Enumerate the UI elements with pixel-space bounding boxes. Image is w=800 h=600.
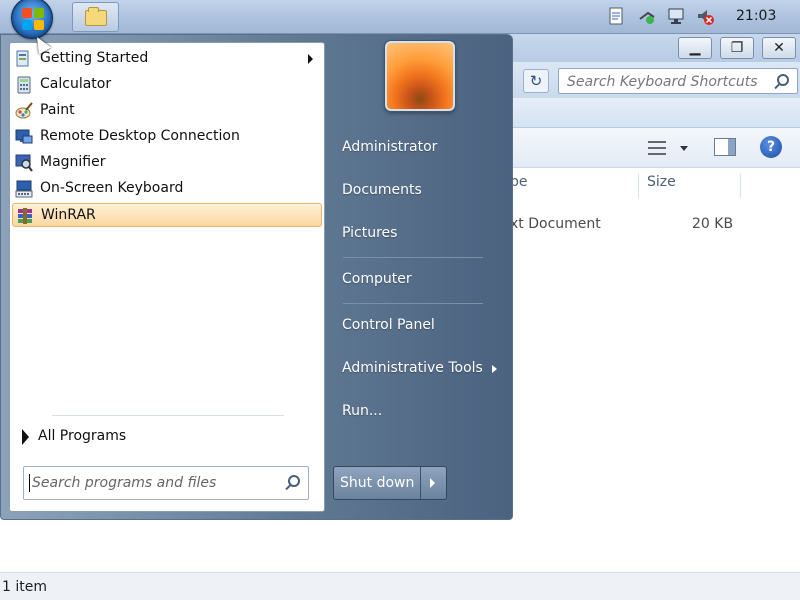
column-header-size[interactable]: Size [647,174,676,198]
document-icon[interactable] [607,7,625,25]
program-on-screen-keyboard[interactable]: On-Screen Keyboard [12,177,322,201]
program-label: Getting Started [40,50,149,66]
winrar-icon [16,207,34,225]
maximize-button[interactable]: ❐ [720,37,754,59]
right-item-run[interactable]: Run... [333,397,505,427]
search-icon[interactable] [288,475,300,487]
right-item-control-panel[interactable]: Control Panel [333,311,505,341]
program-label: Calculator [40,76,112,92]
keyboard-icon [15,180,33,198]
start-menu: Getting Started Calculator Paint Remote … [0,34,513,520]
right-item-label: Pictures [342,225,398,241]
right-item-pictures[interactable]: Pictures [333,219,505,249]
program-label: Magnifier [40,154,106,170]
explorer-search-input[interactable]: Search Keyboard Shortcuts [558,68,798,94]
explorer-folder-icon [85,7,107,26]
column-divider[interactable] [740,174,741,198]
right-item-administrator[interactable]: Administrator [333,133,505,163]
views-dropdown-icon[interactable] [680,146,688,151]
program-label: On-Screen Keyboard [40,180,184,196]
taskbar: 21:03 [0,0,800,39]
right-item-label: Administrative Tools [342,360,483,376]
all-programs-label: All Programs [38,428,127,444]
magnifier-icon [15,154,33,172]
network-icon[interactable] [638,7,656,25]
right-item-label: Documents [342,182,422,198]
expand-arrow-icon [22,429,29,445]
minimize-button[interactable]: ▁ [678,37,712,59]
program-label: WinRAR [41,207,96,223]
right-item-label: Administrator [342,139,438,155]
explorer-search-placeholder: Search Keyboard Shortcuts [567,74,758,90]
program-label: Remote Desktop Connection [40,128,240,144]
right-item-label: Computer [342,271,412,287]
text-caret [29,474,30,492]
status-text: 1 item [2,579,47,595]
taskbar-explorer-button[interactable] [72,2,119,32]
remote-desktop-icon [15,128,33,146]
clock[interactable]: 21:03 [736,8,776,24]
submenu-arrow-icon[interactable] [308,54,313,64]
right-separator [343,303,483,304]
submenu-arrow-icon [492,365,497,373]
program-label: Paint [40,102,75,118]
programs-pane: Getting Started Calculator Paint Remote … [9,42,325,512]
program-paint[interactable]: Paint [12,99,322,123]
paint-icon [15,102,33,120]
shutdown-options-arrow-icon[interactable] [430,478,435,488]
file-type-cell[interactable]: xt Document [510,216,601,232]
volume-muted-icon[interactable] [696,7,714,25]
start-search-input[interactable]: Search programs and files [23,466,309,500]
program-getting-started[interactable]: Getting Started [12,47,322,71]
right-separator [343,257,483,258]
right-item-label: Control Panel [342,317,435,333]
calculator-icon [15,76,33,94]
right-item-computer[interactable]: Computer [333,265,505,295]
status-bar: 1 item [0,572,800,600]
monitor-icon[interactable] [667,7,685,25]
preview-pane-icon[interactable] [714,138,736,156]
program-winrar[interactable]: WinRAR [12,203,322,227]
program-calculator[interactable]: Calculator [12,73,322,97]
getting-started-icon [15,50,33,68]
right-item-label: Run... [342,403,383,419]
right-item-documents[interactable]: Documents [333,176,505,206]
user-avatar[interactable] [385,41,455,111]
start-search-placeholder: Search programs and files [32,475,217,491]
shutdown-label: Shut down [340,475,415,491]
column-divider[interactable] [638,174,639,198]
programs-separator [52,415,284,416]
program-remote-desktop[interactable]: Remote Desktop Connection [12,125,322,149]
program-magnifier[interactable]: Magnifier [12,151,322,175]
views-icon[interactable] [648,141,666,155]
help-icon[interactable]: ? [760,136,782,158]
all-programs-button[interactable]: All Programs [16,423,316,449]
shutdown-divider [420,467,421,499]
refresh-icon[interactable]: ↻ [523,69,549,93]
close-button[interactable]: ✕ [762,37,796,59]
right-item-administrative-tools[interactable]: Administrative Tools [333,354,505,384]
shutdown-button[interactable]: Shut down [333,466,447,500]
search-icon[interactable] [777,74,789,86]
file-size-cell[interactable]: 20 KB [692,216,733,232]
windows-flag-icon [22,8,44,30]
